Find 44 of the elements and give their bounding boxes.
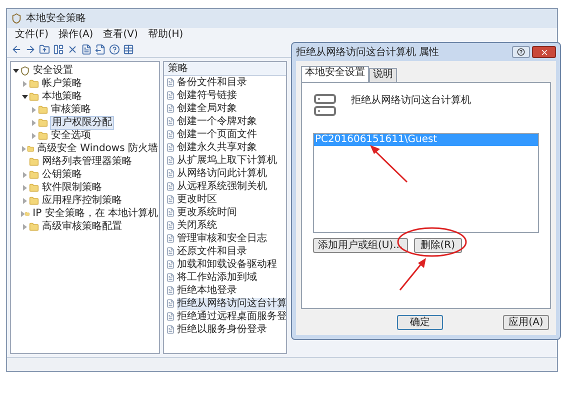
list-item[interactable]: 管理审核和安全日志	[177, 232, 267, 244]
tree-item[interactable]: 安全设置	[32, 64, 74, 76]
tree-item[interactable]: 公钥策略	[41, 168, 83, 180]
tree-item[interactable]: 安全选项	[50, 130, 92, 142]
menu-item[interactable]: 查看(V)	[103, 28, 138, 40]
tree-item[interactable]: 审核策略	[50, 104, 92, 116]
tree-item[interactable]: 网络列表管理器策略	[41, 156, 133, 168]
remove-button[interactable]: 删除(R)	[414, 238, 462, 253]
tree-item[interactable]: 帐户策略	[41, 78, 83, 90]
tree-item[interactable]: 高级安全 Windows 防火墙	[36, 142, 159, 154]
list-item[interactable]: 更改系统时间	[177, 206, 237, 218]
list-item[interactable]: 加载和卸载设备驱动程	[177, 258, 277, 270]
list-item[interactable]: 从网络访问此计算机	[177, 168, 267, 180]
tab[interactable]: 本地安全设置	[301, 66, 369, 82]
list-item[interactable]: 更改时区	[177, 194, 217, 206]
list-item[interactable]: 创建永久共享对象	[177, 142, 257, 154]
tree-item[interactable]: 软件限制策略	[41, 182, 103, 194]
list-item[interactable]: 创建符号链接	[177, 90, 237, 102]
list-item[interactable]: 从远程系统强制关机	[177, 180, 267, 192]
tab[interactable]: 说明	[369, 68, 397, 82]
dialog-title: 拒绝从网络访问这台计算机 属性	[296, 46, 440, 60]
tree-item[interactable]: 高级审核策略配置	[41, 220, 123, 232]
list-item[interactable]: 备份文件和目录	[177, 76, 247, 88]
menu-item[interactable]: 操作(A)	[58, 28, 94, 40]
menu-item[interactable]: 帮助(H)	[148, 28, 184, 40]
list-item[interactable]: 创建一个页面文件	[177, 128, 257, 140]
list-item[interactable]: 从扩展坞上取下计算机	[177, 154, 277, 166]
column-header[interactable]: 策略	[164, 62, 286, 76]
apply-button[interactable]: 应用(A)	[503, 315, 549, 330]
list-item[interactable]: 创建一个令牌对象	[177, 116, 257, 128]
tree-item[interactable]: 应用程序控制策略	[41, 194, 123, 206]
tree-item[interactable]: IP 安全策略，在 本地计算机	[32, 208, 159, 220]
menu-item[interactable]: 文件(F)	[15, 28, 49, 40]
ok-button[interactable]: 确定	[397, 315, 443, 330]
list-item[interactable]: 拒绝本地登录	[177, 284, 237, 296]
window-title: 本地安全策略	[26, 12, 86, 26]
list-item[interactable]: 创建全局对象	[177, 102, 237, 114]
list-item[interactable]: 将工作站添加到域	[177, 272, 257, 284]
list-item[interactable]: 关闭系统	[177, 220, 217, 232]
list-item[interactable]: 还原文件和目录	[177, 246, 247, 258]
list-item[interactable]: 拒绝以服务身份登录	[177, 324, 267, 336]
policy-name: 拒绝从网络访问这台计算机	[351, 94, 471, 107]
tree-item[interactable]: 本地策略	[41, 90, 83, 102]
tree-item[interactable]: 用户权限分配	[50, 116, 114, 130]
